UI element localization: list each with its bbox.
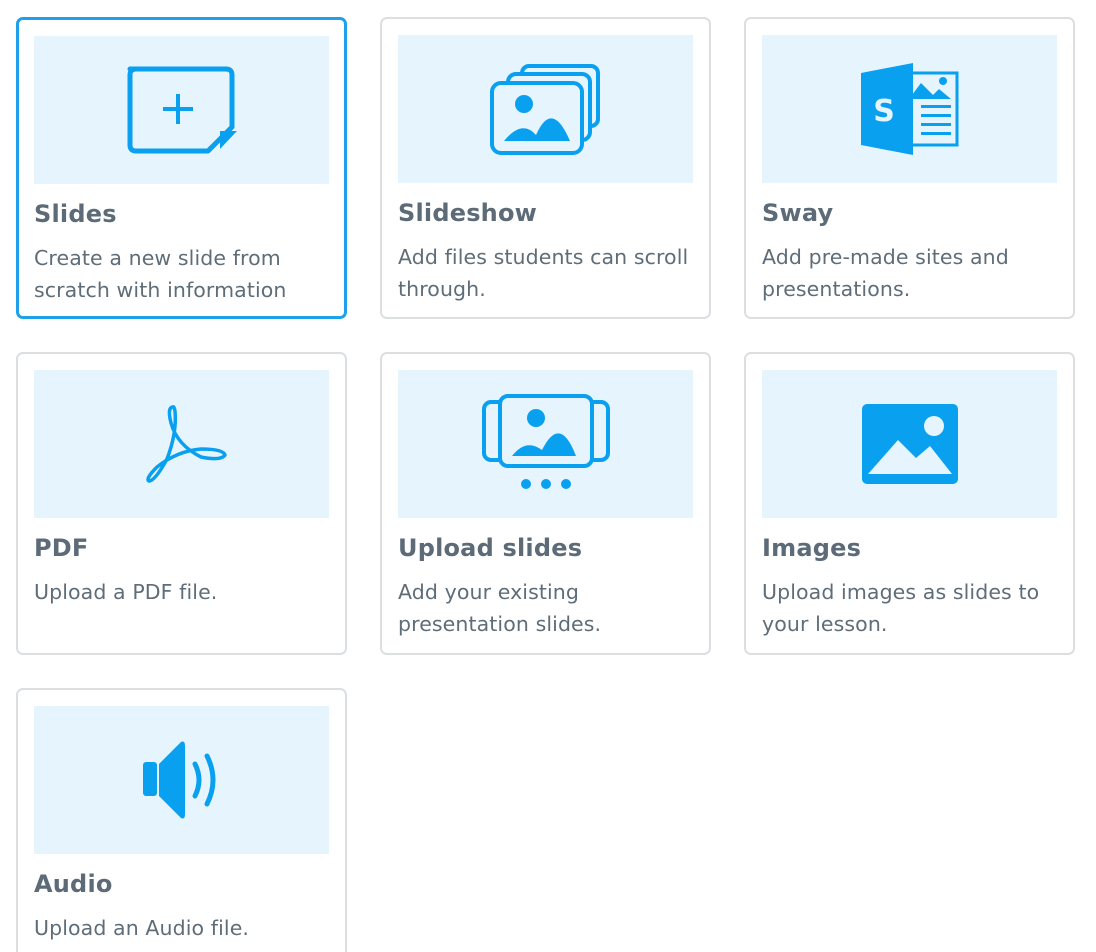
- card-pdf[interactable]: PDF Upload a PDF file.: [16, 352, 347, 655]
- card-title: Sway: [762, 199, 834, 227]
- card-thumbnail: [762, 370, 1057, 518]
- card-description: Add pre-made sites and presentations.: [762, 245, 1009, 301]
- svg-text:S: S: [873, 94, 895, 129]
- content-type-grid: Slides Create a new slide from scratch w…: [0, 0, 1096, 952]
- image-icon: [861, 404, 958, 484]
- card-thumbnail: [34, 36, 329, 184]
- card-thumbnail: [34, 706, 329, 854]
- card-thumbnail: S: [762, 35, 1057, 183]
- card-description: Add your existing presentation slides.: [398, 580, 602, 636]
- card-title: Upload slides: [398, 534, 583, 562]
- slideshow-icon: [489, 64, 600, 155]
- card-thumbnail: [398, 370, 693, 518]
- card-title: Audio: [34, 870, 113, 898]
- card-images[interactable]: Images Upload images as slides to your l…: [744, 352, 1075, 655]
- new-slide-icon: [127, 66, 237, 154]
- card-title: Slides: [34, 200, 117, 228]
- card-description: Add files students can scroll through.: [398, 245, 689, 301]
- card-sway[interactable]: S Sway Add pre-made sites and presentati…: [744, 17, 1075, 319]
- sway-icon: S: [860, 63, 958, 155]
- card-slides[interactable]: Slides Create a new slide from scratch w…: [16, 17, 347, 319]
- card-description: Create a new slide from scratch with inf…: [34, 246, 287, 302]
- card-slideshow[interactable]: Slideshow Add files students can scroll …: [380, 17, 711, 319]
- card-title: PDF: [34, 534, 89, 562]
- card-thumbnail: [34, 370, 329, 518]
- card-description: Upload images as slides to your lesson.: [762, 580, 1040, 636]
- audio-icon: [142, 741, 215, 819]
- card-upload-slides[interactable]: Upload slides Add your existing presenta…: [380, 352, 711, 655]
- card-description: Upload a PDF file.: [34, 580, 218, 604]
- card-title: Images: [762, 534, 862, 562]
- card-description: Upload an Audio file.: [34, 916, 250, 940]
- card-title: Slideshow: [398, 199, 538, 227]
- card-audio[interactable]: Audio Upload an Audio file.: [16, 688, 347, 952]
- card-thumbnail: [398, 35, 693, 183]
- upload-slides-icon: [481, 394, 610, 489]
- pdf-icon: [145, 405, 227, 483]
